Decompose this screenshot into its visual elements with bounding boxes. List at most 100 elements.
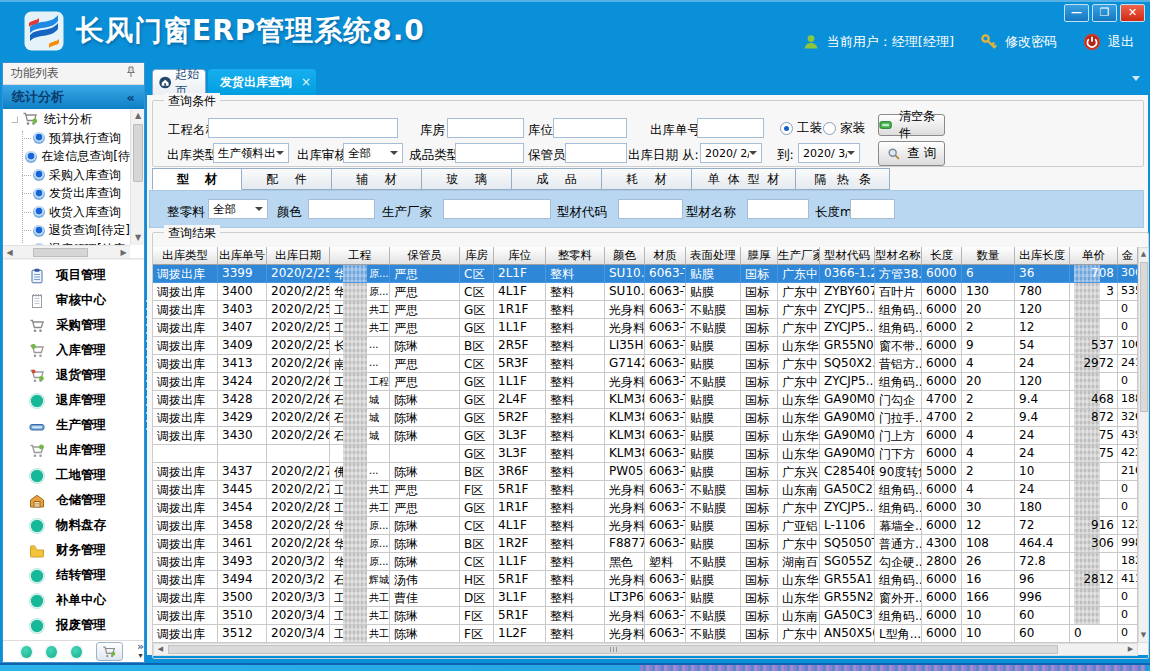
column-header[interactable]: 单价	[1070, 247, 1118, 265]
table-row[interactable]: 调拨出库34072020/2/25工共工程严思G区1L1F整料光身料6063-T…	[153, 319, 1138, 337]
tree-item[interactable]: 预算执行查询	[3, 129, 130, 148]
sidebar-item-物料盘存[interactable]: 物料盘存	[3, 513, 144, 538]
date-from-select[interactable]: 2020/ 2/16	[700, 143, 762, 163]
out-type-select[interactable]: 生产领料出库	[213, 143, 289, 163]
sidebar-item-仓储管理[interactable]: 仓储管理	[3, 488, 144, 513]
tree-root[interactable]: 统计分析	[3, 109, 130, 129]
column-header[interactable]: 库房	[460, 247, 494, 265]
column-header[interactable]: 保管员	[390, 247, 460, 265]
nav-dot-button[interactable]	[71, 646, 82, 658]
keeper-input[interactable]	[565, 143, 627, 163]
more-buttons-chevron[interactable]: »▾	[137, 643, 144, 660]
tree-expand-icon[interactable]	[11, 116, 18, 123]
tree-item[interactable]: 发货出库查询	[3, 185, 130, 204]
sidebar-item-报废管理[interactable]: 报废管理	[3, 613, 144, 638]
column-header[interactable]: 材质	[645, 247, 686, 265]
column-header[interactable]: 出库单号	[218, 247, 267, 265]
table-row[interactable]: 调拨出库34132020/2/26南...严思C区5R3F整料G71422606…	[153, 355, 1138, 373]
tab-active[interactable]: 发货出库查询 ×	[208, 69, 316, 95]
column-header[interactable]: 型材代码	[820, 247, 875, 265]
name-input[interactable]	[747, 199, 809, 219]
sidebar-item-采购管理[interactable]: 采购管理	[3, 313, 144, 338]
radio-homewear[interactable]: 家装	[823, 120, 865, 137]
table-row[interactable]: 调拨出库34932020/3/2华原...陈琳C区1L1F整料黑色塑料不贴膜国标…	[153, 553, 1138, 571]
maximize-button[interactable]: ❐	[1092, 4, 1117, 22]
radio-workwear[interactable]: 工装	[780, 120, 822, 137]
table-row[interactable]: 调拨出库34942020/3/2石辉城汤伟H区5R1F整料光身料6063-T5贴…	[153, 571, 1138, 589]
tree-item[interactable]: 采购入库查询	[3, 166, 130, 185]
column-header[interactable]: 工程	[330, 247, 390, 265]
material-tab-单体型材[interactable]: 单体型材	[692, 168, 796, 190]
sidebar-item-退库管理[interactable]: 退库管理	[3, 388, 144, 413]
material-tab-辅材[interactable]: 辅材	[332, 168, 422, 190]
color-input[interactable]	[308, 199, 375, 219]
table-vscrollbar[interactable]: ▲▼	[1138, 247, 1149, 643]
project-name-input[interactable]	[208, 118, 398, 138]
table-row[interactable]: 调拨出库35002020/3/3工共工程曹佳D区3L1F整料LT3P606063…	[153, 589, 1138, 607]
date-to-select[interactable]: 2020/ 3/16	[798, 143, 860, 163]
table-row[interactable]: 调拨出库34092020/2/25长...陈琳B区2R5F整料LI35HD606…	[153, 337, 1138, 355]
tree-item[interactable]: 收货入库查询	[3, 203, 130, 222]
column-header[interactable]: 整零料	[546, 247, 605, 265]
tab-close-icon[interactable]: ×	[301, 75, 311, 89]
column-header[interactable]: 出库长度	[1015, 247, 1070, 265]
minimize-button[interactable]: —	[1064, 4, 1089, 22]
table-row[interactable]: 调拨出库34282020/2/26石城陈琳G区2L4F整料KLM38176063…	[153, 391, 1138, 409]
table-row[interactable]: 调拨出库34542020/2/28工共工程严思G区1R1F整料光身料6063-T…	[153, 499, 1138, 517]
table-row[interactable]: 调拨出库34582020/2/28华原...陈琳C区4L1F整料光身料6063-…	[153, 517, 1138, 535]
table-hscrollbar[interactable]: ◀▶	[153, 643, 1138, 656]
change-password-link[interactable]: 修改密码	[1005, 33, 1057, 51]
sidebar-item-结转管理[interactable]: 结转管理	[3, 563, 144, 588]
column-header[interactable]: 出库类型	[153, 247, 218, 265]
nav-cart-button[interactable]	[96, 642, 123, 661]
sidebar-item-退货管理[interactable]: 退货管理	[3, 363, 144, 388]
tree-hscrollbar[interactable]: ◀▶	[3, 245, 130, 258]
table-row[interactable]: 调拨出库34002020/2/25华原...严思C区4L1F整料SU10...6…	[153, 283, 1138, 301]
table-row[interactable]: 调拨出库34372020/2/27佛...陈琳B区3R6F整料PW056063-…	[153, 463, 1138, 481]
tab-list-dropdown-icon[interactable]	[1132, 76, 1140, 81]
sidebar-item-财务管理[interactable]: 财务管理	[3, 538, 144, 563]
table-row[interactable]: 调拨出库34242020/2/26工工程严思G区1L1F整料光身料6063-T5…	[153, 373, 1138, 391]
sidebar-item-审核中心[interactable]: 审核中心	[3, 288, 144, 313]
sidebar-item-入库管理[interactable]: 入库管理	[3, 338, 144, 363]
table-row[interactable]: G区3L3F整料KLM38176063-T5贴膜国标山东华...GA90M09.…	[153, 445, 1138, 463]
order-no-input[interactable]	[697, 118, 764, 138]
close-button[interactable]: ✕	[1120, 4, 1145, 22]
code-input[interactable]	[618, 199, 683, 219]
material-tab-隔热条[interactable]: 隔热条	[796, 168, 890, 190]
column-header[interactable]: 膜厚	[741, 247, 778, 265]
column-header[interactable]: 出库日期	[267, 247, 330, 265]
maker-input[interactable]	[443, 199, 551, 219]
material-tab-成品[interactable]: 成品	[512, 168, 602, 190]
sidebar-item-项目管理[interactable]: 项目管理	[3, 263, 144, 288]
sidebar-item-出库管理[interactable]: 出库管理	[3, 438, 144, 463]
length-input[interactable]	[850, 199, 895, 219]
nav-dot-button[interactable]	[21, 646, 32, 658]
table-row[interactable]: 调拨出库33992020/2/25华原...严思C区2L1F整料SU10...6…	[153, 265, 1138, 283]
tree-item[interactable]: 在途信息查询[待	[3, 148, 130, 167]
material-tab-玻璃[interactable]: 玻璃	[422, 168, 512, 190]
column-header[interactable]: 数量	[962, 247, 1015, 265]
location-input[interactable]	[553, 118, 627, 138]
table-row[interactable]: 调拨出库34452020/2/27工共工程严思F区5R1F整料光身料6063-T…	[153, 481, 1138, 499]
column-header[interactable]: 库位	[494, 247, 546, 265]
table-row[interactable]: 调拨出库35102020/3/4工共工程陈琳F区5R1F整料光身料6063-T5…	[153, 607, 1138, 625]
warehouse-input[interactable]	[447, 118, 524, 138]
column-header[interactable]: 金	[1118, 247, 1138, 265]
logout-link[interactable]: 退出	[1108, 33, 1134, 51]
sidebar-item-工地管理[interactable]: 工地管理	[3, 463, 144, 488]
material-tab-型材[interactable]: 型材	[152, 168, 242, 190]
column-header[interactable]: 颜色	[605, 247, 645, 265]
column-header[interactable]: 型材名称	[875, 247, 922, 265]
column-header[interactable]: 生产厂家	[778, 247, 820, 265]
audit-select[interactable]: 全部	[343, 143, 403, 163]
table-row[interactable]: 调拨出库34302020/2/26石城陈琳G区3L3F整料KLM38176063…	[153, 427, 1138, 445]
table-row[interactable]: 调拨出库34032020/2/25工共工程严思G区1R1F整料光身料6063-T…	[153, 301, 1138, 319]
table-row[interactable]: 调拨出库35122020/3/4工共工程陈琳F区1L2F整料光身料6063-T5…	[153, 625, 1138, 643]
clear-conditions-button[interactable]: 清空条件	[878, 114, 945, 136]
column-header[interactable]: 表面处理	[686, 247, 741, 265]
whole-select[interactable]: 全部	[208, 199, 268, 219]
table-row[interactable]: 调拨出库34292020/2/26石城陈琳G区5R2F整料KLM38176063…	[153, 409, 1138, 427]
nav-dot-button[interactable]	[46, 646, 57, 658]
search-button[interactable]: 查 询	[878, 141, 945, 166]
